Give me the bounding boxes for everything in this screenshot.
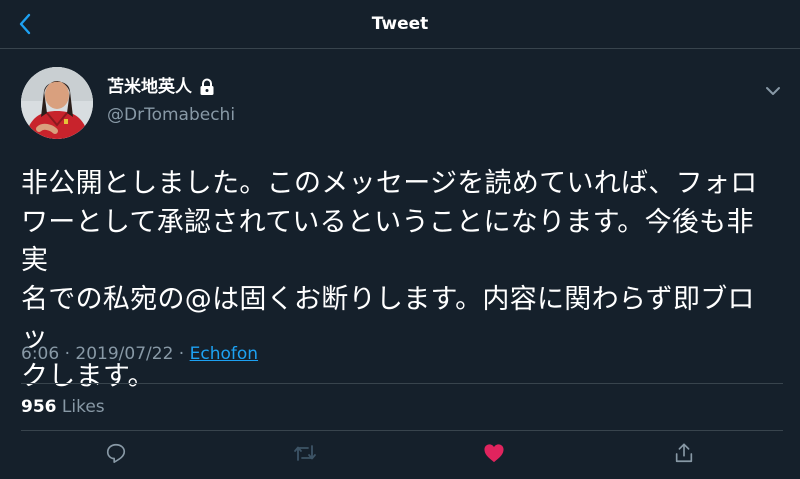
- author-name-row: 苫米地英人: [107, 76, 215, 98]
- avatar-image: [21, 67, 93, 139]
- avatar[interactable]: [21, 67, 93, 139]
- page-title: Tweet: [371, 14, 429, 34]
- divider: [21, 430, 783, 431]
- chevron-down-icon: [766, 87, 780, 95]
- divider: [21, 383, 783, 384]
- like-button[interactable]: [481, 440, 507, 466]
- client-link[interactable]: Echofon: [190, 344, 258, 364]
- author-handle[interactable]: @DrTomabechi: [107, 104, 235, 126]
- lock-icon: [199, 78, 215, 96]
- retweet-button[interactable]: [292, 440, 318, 466]
- retweet-icon: [294, 445, 316, 461]
- tweet-date: 2019/07/22: [75, 344, 174, 364]
- share-button[interactable]: [671, 440, 697, 466]
- nav-bar: Tweet: [0, 0, 800, 49]
- likes-label: Likes: [61, 397, 105, 417]
- meta-separator: ·: [173, 344, 190, 364]
- likes-stat[interactable]: 956 Likes: [21, 396, 105, 418]
- tweet-time: 6:06: [21, 344, 60, 364]
- author-name[interactable]: 苫米地英人: [107, 76, 192, 98]
- tweet-line: 非公開としました。このメッセージを読めていれば、フォロ: [21, 168, 758, 199]
- tweet-menu-button[interactable]: [762, 80, 784, 102]
- like-icon: [484, 444, 504, 463]
- tweet-meta: 6:06 · 2019/07/22 · Echofon: [21, 343, 258, 365]
- share-icon: [675, 443, 693, 463]
- likes-count: 956: [21, 397, 57, 417]
- reply-button[interactable]: [103, 440, 129, 466]
- tweet-line: ワーとして承認されているということになります。今後も非実: [21, 206, 754, 277]
- meta-separator: ·: [59, 344, 76, 364]
- reply-icon: [106, 443, 126, 463]
